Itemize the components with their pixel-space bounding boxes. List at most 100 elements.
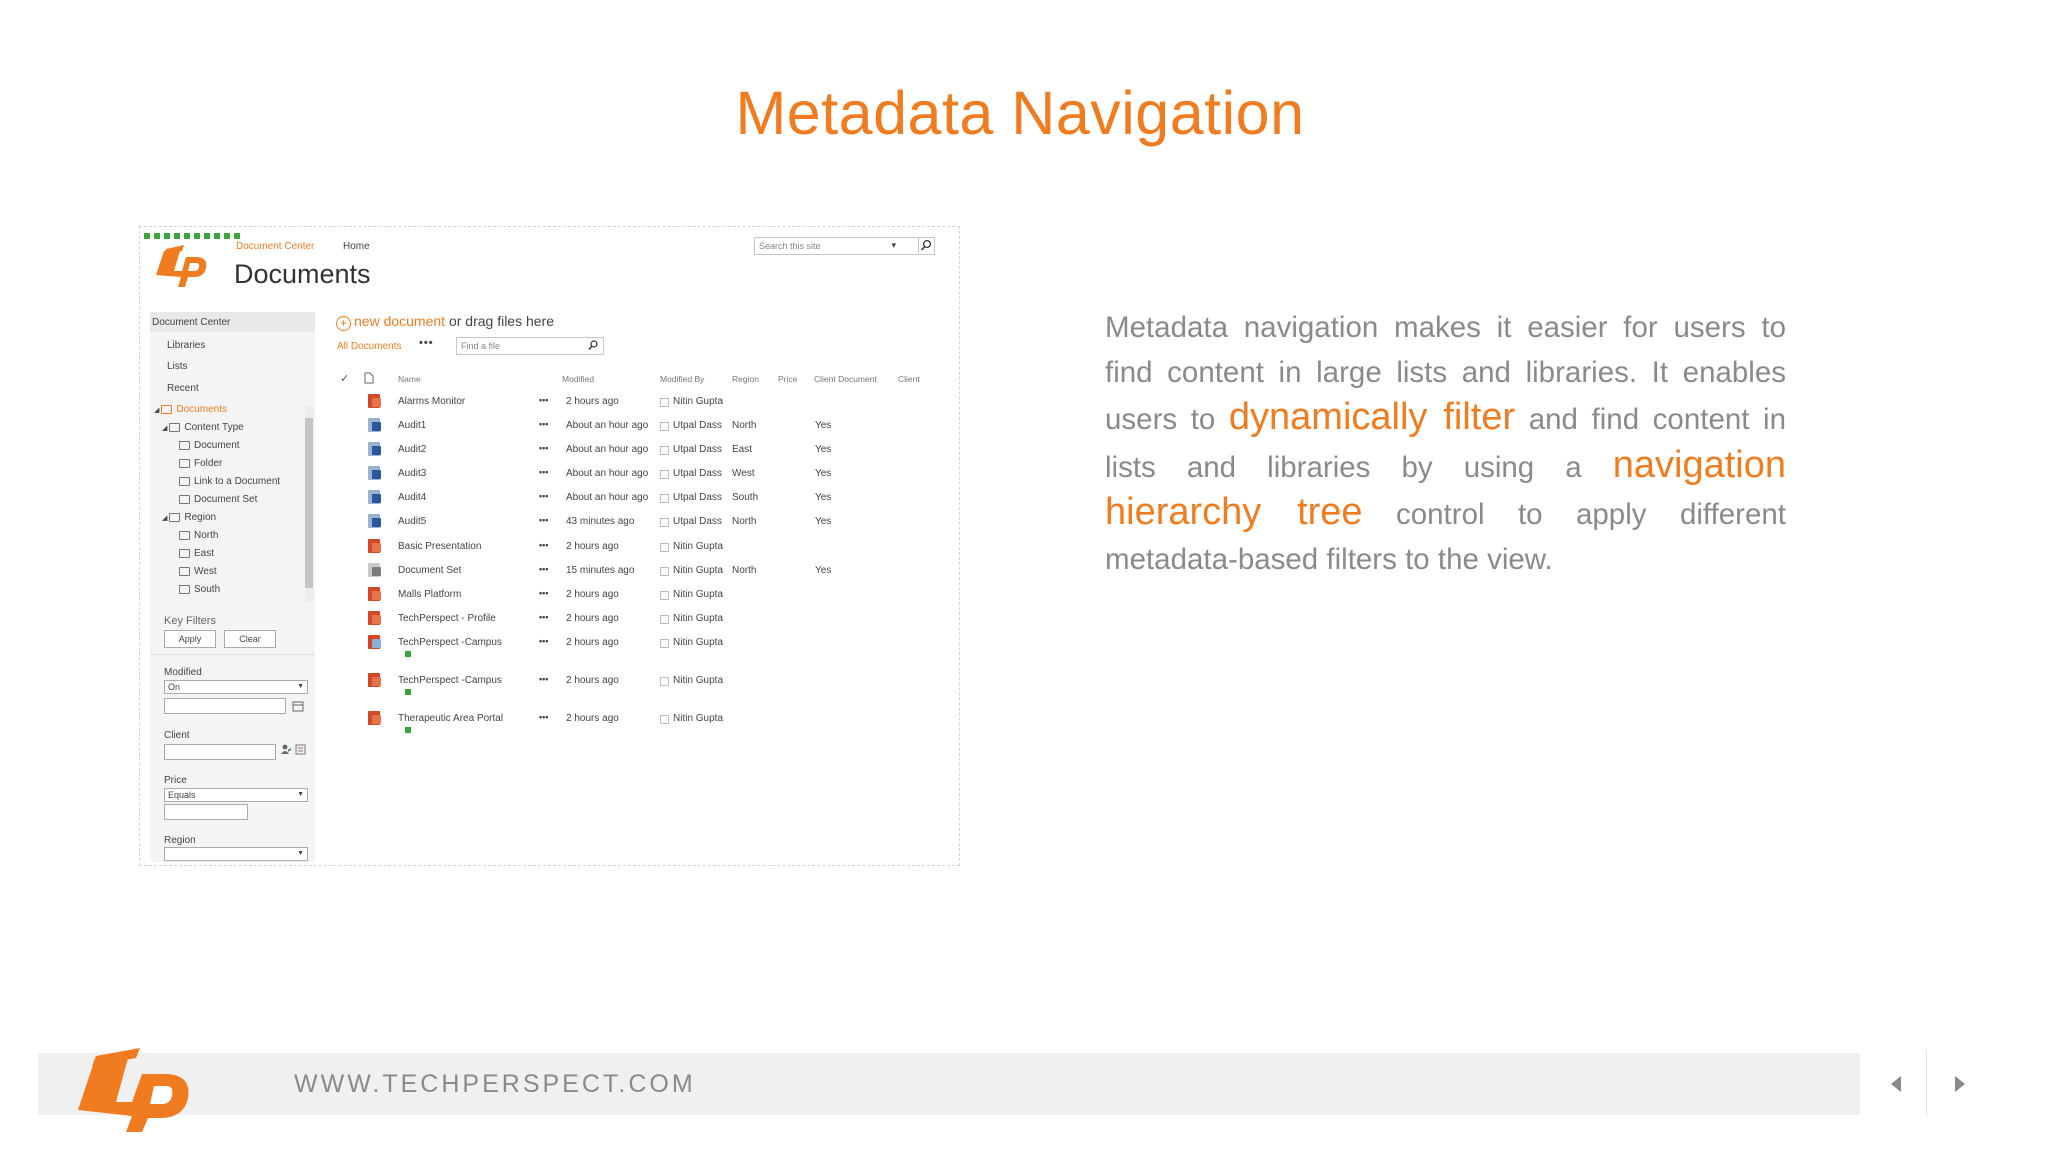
row-name[interactable]: TechPerspect - Profile bbox=[398, 613, 496, 624]
tree-item-document[interactable]: Document bbox=[179, 440, 240, 451]
tree-item-content-type[interactable]: ◢ Content Type bbox=[162, 422, 244, 433]
site-search-input[interactable]: Search this site ▾ bbox=[754, 237, 919, 255]
chevron-down-icon[interactable]: ▾ bbox=[891, 240, 896, 251]
presence-checkbox[interactable] bbox=[660, 615, 669, 624]
price-operator-select[interactable]: Equals ▼ bbox=[164, 788, 308, 802]
new-document-link[interactable]: new document bbox=[354, 313, 445, 329]
row-modified-by[interactable]: Nitin Gupta bbox=[673, 613, 723, 624]
region-select[interactable]: ▼ bbox=[164, 847, 308, 861]
row-modified-by[interactable]: Nitin Gupta bbox=[673, 675, 723, 686]
row-modified-by[interactable]: Utpal Dass bbox=[673, 420, 722, 431]
select-all-checkmark[interactable]: ✓ bbox=[340, 372, 349, 385]
column-name[interactable]: Name bbox=[398, 374, 421, 384]
tree-item-west[interactable]: West bbox=[179, 566, 217, 577]
search-button[interactable] bbox=[919, 237, 935, 255]
footer-url[interactable]: WWW.TECHPERSPECT.COM bbox=[294, 1070, 696, 1099]
presence-checkbox[interactable] bbox=[660, 639, 669, 648]
tree-item-document-set[interactable]: Document Set bbox=[179, 494, 257, 505]
find-file-input[interactable]: Find a file bbox=[456, 337, 604, 355]
column-client[interactable]: Client bbox=[898, 374, 920, 384]
breadcrumb-home[interactable]: Home bbox=[343, 241, 370, 252]
row-name[interactable]: Audit4 bbox=[398, 492, 426, 503]
row-menu-button[interactable]: ••• bbox=[539, 515, 548, 525]
tree-item-east[interactable]: East bbox=[179, 548, 214, 559]
row-modified-by[interactable]: Nitin Gupta bbox=[673, 713, 723, 724]
breadcrumb-site[interactable]: Document Center bbox=[236, 241, 314, 252]
row-menu-button[interactable]: ••• bbox=[539, 636, 548, 646]
presence-checkbox[interactable] bbox=[660, 470, 669, 479]
presence-checkbox[interactable] bbox=[660, 446, 669, 455]
row-menu-button[interactable]: ••• bbox=[539, 540, 548, 550]
row-menu-button[interactable]: ••• bbox=[539, 712, 548, 722]
row-modified-by[interactable]: Nitin Gupta bbox=[673, 637, 723, 648]
row-name[interactable]: Audit3 bbox=[398, 468, 426, 479]
presence-checkbox[interactable] bbox=[660, 398, 669, 407]
row-modified-by[interactable]: Nitin Gupta bbox=[673, 396, 723, 407]
row-name[interactable]: Document Set bbox=[398, 565, 461, 576]
modified-date-input[interactable] bbox=[164, 698, 286, 714]
row-name[interactable]: Audit1 bbox=[398, 420, 426, 431]
apply-button[interactable]: Apply bbox=[164, 630, 216, 648]
modified-operator-select[interactable]: On ▼ bbox=[164, 680, 308, 694]
presence-checkbox[interactable] bbox=[660, 494, 669, 503]
row-name[interactable]: Therapeutic Area Portal bbox=[398, 713, 503, 724]
tree-item-link-to-document[interactable]: Link to a Document bbox=[179, 476, 280, 487]
view-more-button[interactable]: ••• bbox=[419, 337, 434, 349]
calendar-icon[interactable] bbox=[292, 700, 304, 712]
row-menu-button[interactable]: ••• bbox=[539, 564, 548, 574]
row-modified-by[interactable]: Utpal Dass bbox=[673, 468, 722, 479]
people-picker-icon[interactable] bbox=[280, 743, 292, 755]
nav-recent[interactable]: Recent bbox=[167, 383, 199, 394]
search-icon[interactable] bbox=[587, 339, 599, 351]
presence-checkbox[interactable] bbox=[660, 518, 669, 527]
row-modified-by[interactable]: Utpal Dass bbox=[673, 492, 722, 503]
presence-checkbox[interactable] bbox=[660, 591, 669, 600]
row-menu-button[interactable]: ••• bbox=[539, 491, 548, 501]
row-name[interactable]: Audit2 bbox=[398, 444, 426, 455]
tree-item-south[interactable]: South bbox=[179, 584, 220, 595]
row-menu-button[interactable]: ••• bbox=[539, 467, 548, 477]
plus-circle-icon[interactable]: + bbox=[336, 316, 351, 331]
column-price[interactable]: Price bbox=[778, 374, 797, 384]
nav-lists[interactable]: Lists bbox=[167, 361, 188, 372]
row-modified-by[interactable]: Nitin Gupta bbox=[673, 541, 723, 552]
row-name[interactable]: TechPerspect -Campus bbox=[398, 637, 502, 648]
tree-item-north[interactable]: North bbox=[179, 530, 218, 541]
row-name[interactable]: Audit5 bbox=[398, 516, 426, 527]
presence-checkbox[interactable] bbox=[660, 567, 669, 576]
address-book-icon[interactable] bbox=[295, 744, 306, 755]
tree-item-folder[interactable]: Folder bbox=[179, 458, 222, 469]
row-menu-button[interactable]: ••• bbox=[539, 588, 548, 598]
row-modified-by[interactable]: Utpal Dass bbox=[673, 516, 722, 527]
row-name[interactable]: TechPerspect -Campus bbox=[398, 675, 502, 686]
row-modified-by[interactable]: Nitin Gupta bbox=[673, 589, 723, 600]
presence-checkbox[interactable] bbox=[660, 677, 669, 686]
prev-slide-icon[interactable] bbox=[1886, 1071, 1906, 1097]
row-name[interactable]: Malls Platform bbox=[398, 589, 461, 600]
tree-item-documents[interactable]: ◢ Documents bbox=[154, 404, 227, 415]
clear-button[interactable]: Clear bbox=[224, 630, 276, 648]
row-name[interactable]: Alarms Monitor bbox=[398, 396, 465, 407]
row-menu-button[interactable]: ••• bbox=[539, 674, 548, 684]
next-slide-icon[interactable] bbox=[1950, 1071, 1970, 1097]
tree-scrollbar[interactable] bbox=[305, 406, 313, 602]
column-modified[interactable]: Modified bbox=[562, 374, 594, 384]
view-all-documents[interactable]: All Documents bbox=[337, 341, 401, 352]
row-menu-button[interactable]: ••• bbox=[539, 443, 548, 453]
client-input[interactable] bbox=[164, 744, 276, 760]
row-modified-by[interactable]: Nitin Gupta bbox=[673, 565, 723, 576]
column-client-document[interactable]: Client Document bbox=[814, 374, 877, 384]
row-modified-by[interactable]: Utpal Dass bbox=[673, 444, 722, 455]
nav-header[interactable]: Document Center bbox=[150, 312, 315, 332]
row-name[interactable]: Basic Presentation bbox=[398, 541, 481, 552]
row-menu-button[interactable]: ••• bbox=[539, 612, 548, 622]
column-region[interactable]: Region bbox=[732, 374, 759, 384]
presence-checkbox[interactable] bbox=[660, 715, 669, 724]
price-input[interactable] bbox=[164, 804, 248, 820]
presence-checkbox[interactable] bbox=[660, 422, 669, 431]
row-menu-button[interactable]: ••• bbox=[539, 419, 548, 429]
row-menu-button[interactable]: ••• bbox=[539, 395, 548, 405]
presence-checkbox[interactable] bbox=[660, 543, 669, 552]
column-modified-by[interactable]: Modified By bbox=[660, 374, 704, 384]
tree-item-region[interactable]: ◢ Region bbox=[162, 512, 216, 523]
